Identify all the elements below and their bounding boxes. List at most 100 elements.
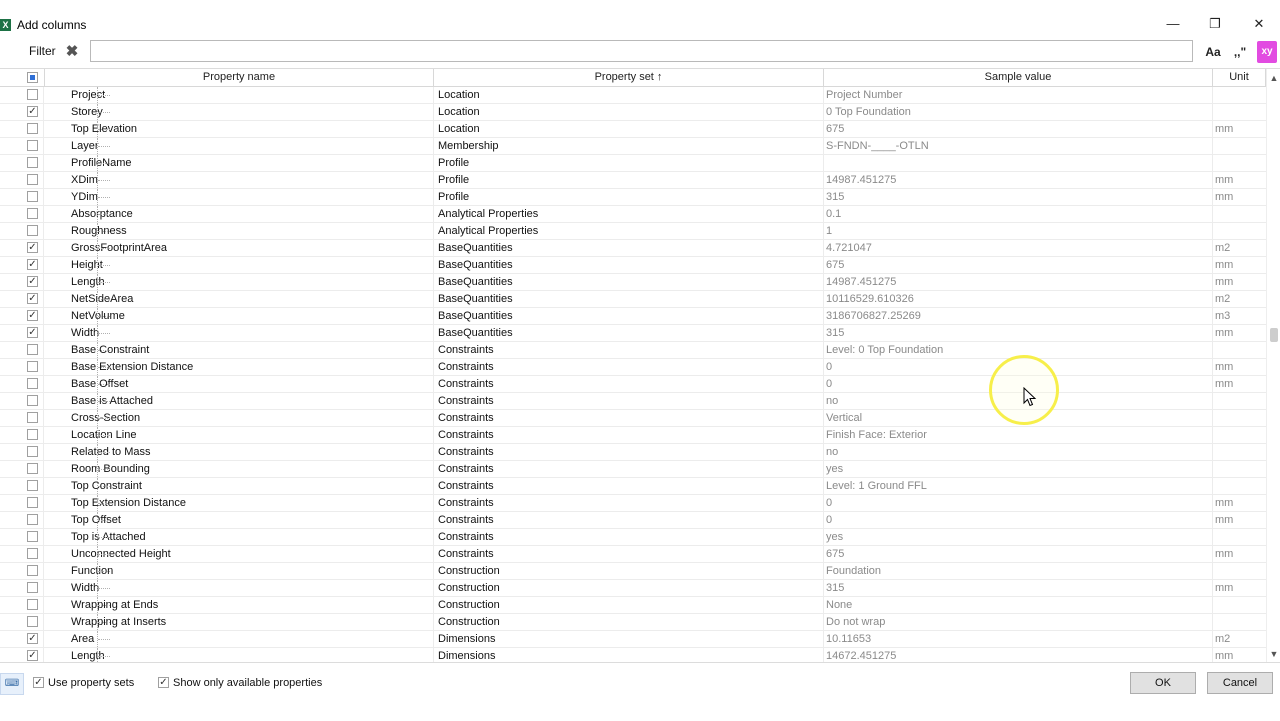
table-row[interactable]: Location Line Constraints Finish Face: Ext… xyxy=(0,427,1266,444)
quote-match-button[interactable]: ,," xyxy=(1229,41,1251,63)
row-check-cell[interactable] xyxy=(22,223,44,239)
row-check-cell[interactable] xyxy=(22,87,44,103)
row-checkbox[interactable] xyxy=(27,344,38,355)
row-checkbox[interactable] xyxy=(27,599,38,610)
select-all-header[interactable] xyxy=(22,69,45,86)
row-check-cell[interactable] xyxy=(22,614,44,630)
row-checkbox[interactable] xyxy=(27,89,38,100)
column-header-unit[interactable]: Unit xyxy=(1213,69,1266,86)
table-row[interactable]: ✓ Area Dimensions 10.11653 m2 xyxy=(0,631,1266,648)
row-check-cell[interactable] xyxy=(22,410,44,426)
row-checkbox[interactable] xyxy=(27,412,38,423)
scrollbar-thumb[interactable] xyxy=(1270,328,1278,342)
row-check-cell[interactable] xyxy=(22,359,44,375)
row-checkbox[interactable] xyxy=(27,463,38,474)
table-row[interactable]: Layer Membership S-FNDN-____-OTLN xyxy=(0,138,1266,155)
row-checkbox[interactable] xyxy=(27,378,38,389)
close-button[interactable]: ✕ xyxy=(1244,14,1274,34)
table-row[interactable]: Base Offset Constraints 0 mm xyxy=(0,376,1266,393)
row-checkbox[interactable] xyxy=(27,191,38,202)
row-checkbox[interactable] xyxy=(27,157,38,168)
row-checkbox[interactable] xyxy=(27,514,38,525)
row-checkbox[interactable]: ✓ xyxy=(27,310,38,321)
row-check-cell[interactable]: ✓ xyxy=(22,104,44,120)
row-checkbox[interactable] xyxy=(27,361,38,372)
table-row[interactable]: ✓ Length Dimensions 14672.451275 mm xyxy=(0,648,1266,663)
row-checkbox[interactable]: ✓ xyxy=(27,327,38,338)
table-row[interactable]: ✓ NetVolume BaseQuantities 3186706827.25269… xyxy=(0,308,1266,325)
row-checkbox[interactable] xyxy=(27,565,38,576)
table-row[interactable]: ProfileName Profile xyxy=(0,155,1266,172)
row-check-cell[interactable]: ✓ xyxy=(22,240,44,256)
row-checkbox[interactable] xyxy=(27,395,38,406)
row-checkbox[interactable] xyxy=(27,429,38,440)
row-checkbox[interactable]: ✓ xyxy=(27,633,38,644)
table-row[interactable]: ✓ Storey Location 0 Top Foundation xyxy=(0,104,1266,121)
row-checkbox[interactable] xyxy=(27,497,38,508)
scroll-down-icon[interactable]: ▼ xyxy=(1267,647,1280,661)
table-row[interactable]: Unconnected Height Constraints 675 mm xyxy=(0,546,1266,563)
minimize-button[interactable]: — xyxy=(1158,14,1188,34)
row-check-cell[interactable] xyxy=(22,427,44,443)
table-row[interactable]: Roughness Analytical Properties 1 xyxy=(0,223,1266,240)
row-checkbox[interactable]: ✓ xyxy=(27,106,38,117)
vertical-scrollbar[interactable]: ▲ ▼ xyxy=(1266,69,1280,663)
filter-input[interactable] xyxy=(90,40,1193,62)
table-row[interactable]: ✓ Height BaseQuantities 675 mm xyxy=(0,257,1266,274)
table-row[interactable]: XDim Profile 14987.451275 mm xyxy=(0,172,1266,189)
row-check-cell[interactable] xyxy=(22,461,44,477)
table-row[interactable]: Related to Mass Constraints no xyxy=(0,444,1266,461)
row-check-cell[interactable]: ✓ xyxy=(22,308,44,324)
row-check-cell[interactable] xyxy=(22,172,44,188)
row-check-cell[interactable] xyxy=(22,342,44,358)
row-checkbox[interactable] xyxy=(27,123,38,134)
row-check-cell[interactable] xyxy=(22,495,44,511)
row-check-cell[interactable]: ✓ xyxy=(22,325,44,341)
column-header-property-set[interactable]: Property set ↑ xyxy=(434,69,824,86)
row-check-cell[interactable] xyxy=(22,376,44,392)
table-row[interactable]: Base Extension Distance Constraints 0 mm xyxy=(0,359,1266,376)
row-check-cell[interactable]: ✓ xyxy=(22,631,44,647)
row-checkbox[interactable] xyxy=(27,616,38,627)
table-row[interactable]: YDim Profile 315 mm xyxy=(0,189,1266,206)
match-case-button[interactable]: Aa xyxy=(1203,41,1223,63)
table-row[interactable]: Absorptance Analytical Properties 0.1 xyxy=(0,206,1266,223)
row-check-cell[interactable] xyxy=(22,546,44,562)
table-row[interactable]: Base Constraint Constraints Level: 0 Top F… xyxy=(0,342,1266,359)
regex-xy-button[interactable]: xy xyxy=(1257,41,1277,63)
row-checkbox[interactable] xyxy=(27,582,38,593)
table-row[interactable]: Top Extension Distance Constraints 0 mm xyxy=(0,495,1266,512)
show-available-checkbox[interactable]: ✓ xyxy=(158,677,169,688)
row-check-cell[interactable] xyxy=(22,580,44,596)
row-checkbox[interactable]: ✓ xyxy=(27,276,38,287)
table-row[interactable]: ✓ Length BaseQuantities 14987.451275 mm xyxy=(0,274,1266,291)
row-checkbox[interactable] xyxy=(27,208,38,219)
keyboard-icon[interactable]: ⌨ xyxy=(0,673,24,695)
row-check-cell[interactable] xyxy=(22,512,44,528)
table-row[interactable]: Function Construction Foundation xyxy=(0,563,1266,580)
table-row[interactable]: Cross-Section Constraints Vertical xyxy=(0,410,1266,427)
table-row[interactable]: ✓ Width BaseQuantities 315 mm xyxy=(0,325,1266,342)
row-check-cell[interactable]: ✓ xyxy=(22,257,44,273)
row-checkbox[interactable]: ✓ xyxy=(27,650,38,661)
row-check-cell[interactable] xyxy=(22,206,44,222)
ok-button[interactable]: OK xyxy=(1130,672,1196,694)
row-check-cell[interactable] xyxy=(22,597,44,613)
row-check-cell[interactable] xyxy=(22,444,44,460)
row-check-cell[interactable] xyxy=(22,121,44,137)
row-checkbox[interactable] xyxy=(27,531,38,542)
row-checkbox[interactable] xyxy=(27,446,38,457)
row-check-cell[interactable] xyxy=(22,155,44,171)
row-checkbox[interactable]: ✓ xyxy=(27,259,38,270)
clear-filter-icon[interactable]: ✖ xyxy=(64,43,80,61)
select-all-checkbox[interactable] xyxy=(27,72,38,83)
row-checkbox[interactable] xyxy=(27,174,38,185)
table-row[interactable]: ✓ GrossFootprintArea BaseQuantities 4.72104… xyxy=(0,240,1266,257)
table-row[interactable]: ✓ NetSideArea BaseQuantities 10116529.61032… xyxy=(0,291,1266,308)
row-check-cell[interactable]: ✓ xyxy=(22,648,44,663)
table-row[interactable]: Top Offset Constraints 0 mm xyxy=(0,512,1266,529)
table-row[interactable]: Room Bounding Constraints yes xyxy=(0,461,1266,478)
column-header-property-name[interactable]: Property name xyxy=(45,69,434,86)
cancel-button[interactable]: Cancel xyxy=(1207,672,1273,694)
row-checkbox[interactable] xyxy=(27,225,38,236)
